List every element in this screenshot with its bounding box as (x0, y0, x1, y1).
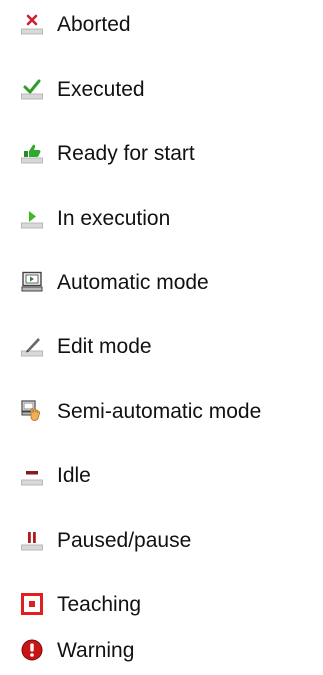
status-legend: Aborted Executed Ready for start In exec… (0, 0, 323, 675)
legend-label: Ready for start (57, 142, 195, 165)
legend-label: Aborted (57, 13, 131, 36)
x-mark-icon (21, 13, 43, 35)
legend-label: Executed (57, 78, 145, 101)
target-box-icon (21, 593, 43, 615)
legend-label: Automatic mode (57, 271, 209, 294)
legend-label: Warning (57, 639, 135, 662)
legend-label: Teaching (57, 593, 142, 616)
exclamation-circle-icon (21, 639, 43, 661)
legend-label: Idle (57, 464, 91, 487)
legend-label: Paused/pause (57, 529, 192, 552)
computer-monitor-icon (21, 271, 43, 293)
pause-icon (21, 529, 43, 551)
legend-label: In execution (57, 207, 171, 230)
thumbs-up-icon (21, 142, 43, 164)
legend-label: Semi-automatic mode (57, 400, 262, 423)
checkmark-icon (21, 78, 43, 100)
minus-bar-icon (21, 464, 43, 486)
legend-label: Edit mode (57, 335, 152, 358)
play-icon (21, 207, 43, 229)
hand-on-computer-icon (21, 400, 43, 422)
pencil-icon (21, 335, 43, 357)
